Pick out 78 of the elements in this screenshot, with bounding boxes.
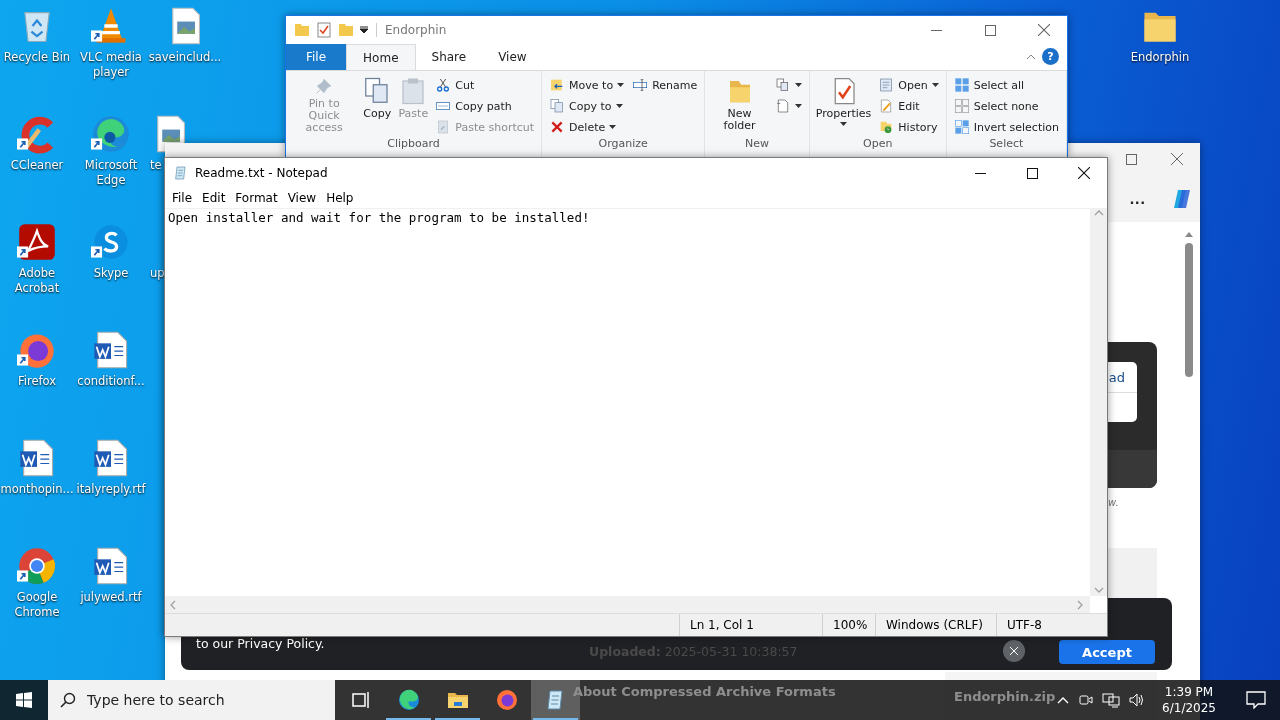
caret-icon[interactable] bbox=[617, 82, 625, 88]
ribbon-button[interactable]: Copy bbox=[360, 73, 395, 137]
more-button[interactable]: ... bbox=[1123, 188, 1152, 209]
ribbon-button[interactable]: Select none bbox=[950, 96, 1062, 116]
ribbon-button[interactable]: New folder bbox=[709, 73, 770, 137]
status-text: UTF-8 bbox=[996, 614, 1107, 636]
ribbon-button[interactable]: Rename bbox=[629, 75, 701, 95]
maximize-icon[interactable] bbox=[1026, 167, 1038, 179]
section-heading: About Compressed Archive Formats bbox=[573, 684, 836, 699]
ribbon-button[interactable]: Open bbox=[875, 75, 942, 95]
copyto-icon bbox=[549, 98, 566, 114]
status-text: Ln 1, Col 1 bbox=[679, 614, 822, 636]
ribbon-button[interactable]: Invert selection bbox=[950, 117, 1062, 137]
firefox-icon bbox=[494, 688, 519, 712]
document-text: Open installer and wait for the program to be installed! bbox=[168, 210, 590, 225]
ribbon-button[interactable]: Copy path bbox=[432, 96, 538, 116]
selall-icon bbox=[953, 77, 970, 93]
caret-icon[interactable] bbox=[794, 82, 802, 88]
ribbon-tab[interactable]: Share bbox=[415, 44, 483, 70]
desktop-icon-label[interactable]: Endorphin bbox=[1130, 50, 1190, 65]
ribbon-button[interactable]: Copy to bbox=[546, 96, 628, 116]
open-icon bbox=[878, 77, 895, 93]
menu-item[interactable]: File bbox=[167, 191, 198, 205]
scroll-up-icon[interactable] bbox=[1185, 232, 1193, 237]
ribbon-tab[interactable]: View bbox=[482, 44, 543, 70]
menu-item[interactable]: Format bbox=[230, 191, 283, 205]
help-button[interactable]: ? bbox=[1042, 48, 1059, 65]
ribbon-button[interactable]: Delete bbox=[546, 117, 628, 137]
accept-button[interactable]: Accept bbox=[1059, 640, 1155, 664]
note-text: w. bbox=[1108, 497, 1119, 508]
caret-icon[interactable] bbox=[794, 103, 802, 109]
dropdown-icon[interactable] bbox=[360, 26, 368, 34]
file-name: Endorphin.zip bbox=[954, 689, 1056, 704]
cut-icon bbox=[435, 77, 452, 93]
notepad-icon bbox=[173, 165, 189, 181]
ribbon-button[interactable]: Edit bbox=[875, 96, 942, 116]
status-text: 100% bbox=[822, 614, 875, 636]
privacy-text: to our Privacy Policy. bbox=[196, 636, 325, 651]
caret-icon[interactable] bbox=[931, 82, 939, 88]
ribbon-button[interactable]: Select all bbox=[950, 75, 1062, 95]
ribbon-button[interactable]: History bbox=[875, 117, 942, 137]
group-label: Organize bbox=[597, 137, 649, 152]
group-label: Open bbox=[862, 137, 894, 152]
close-icon[interactable] bbox=[1003, 640, 1025, 662]
caret-icon[interactable] bbox=[609, 124, 617, 130]
collapse-icon[interactable] bbox=[1026, 52, 1036, 62]
properties-icon[interactable] bbox=[316, 22, 332, 38]
folder-icon bbox=[294, 22, 310, 38]
status-text: Windows (CRLF) bbox=[875, 614, 996, 636]
ribbon-button[interactable]: Cut bbox=[432, 75, 538, 95]
edge-icon bbox=[396, 688, 421, 712]
rename-icon bbox=[632, 77, 649, 93]
window-title: Endorphin bbox=[376, 23, 447, 37]
search-field[interactable]: Type here to search bbox=[48, 680, 335, 720]
menu-item[interactable]: Help bbox=[321, 191, 359, 205]
start-icon bbox=[16, 692, 32, 708]
camera-icon[interactable] bbox=[1078, 692, 1095, 708]
download-link[interactable]: ad bbox=[1108, 369, 1125, 385]
ribbon-tab[interactable]: Home bbox=[346, 44, 416, 70]
window-title: Readme.txt - Notepad bbox=[195, 166, 328, 180]
clock[interactable]: 1:39 PM 6/1/2025 bbox=[1154, 684, 1224, 716]
group-label: Clipboard bbox=[386, 137, 441, 152]
ribbon-button[interactable]: Properties bbox=[813, 73, 874, 137]
caret-icon[interactable] bbox=[615, 103, 623, 109]
group-label: Select bbox=[988, 137, 1025, 152]
selnone-icon bbox=[953, 98, 970, 114]
ribbon-tab[interactable]: File bbox=[286, 44, 347, 70]
network-icon[interactable] bbox=[1102, 692, 1121, 708]
selinv-icon bbox=[953, 119, 970, 135]
menu-item[interactable]: Edit bbox=[197, 191, 231, 205]
minimize-icon[interactable] bbox=[974, 171, 986, 175]
group-label: New bbox=[744, 137, 770, 152]
search-icon bbox=[60, 692, 76, 708]
menu-item[interactable]: View bbox=[282, 191, 322, 205]
ribbon-button[interactable]: Move to bbox=[546, 75, 628, 95]
close-icon[interactable] bbox=[1078, 167, 1090, 179]
scrollbar-thumb[interactable] bbox=[1185, 243, 1193, 377]
caret-icon[interactable] bbox=[840, 122, 848, 127]
